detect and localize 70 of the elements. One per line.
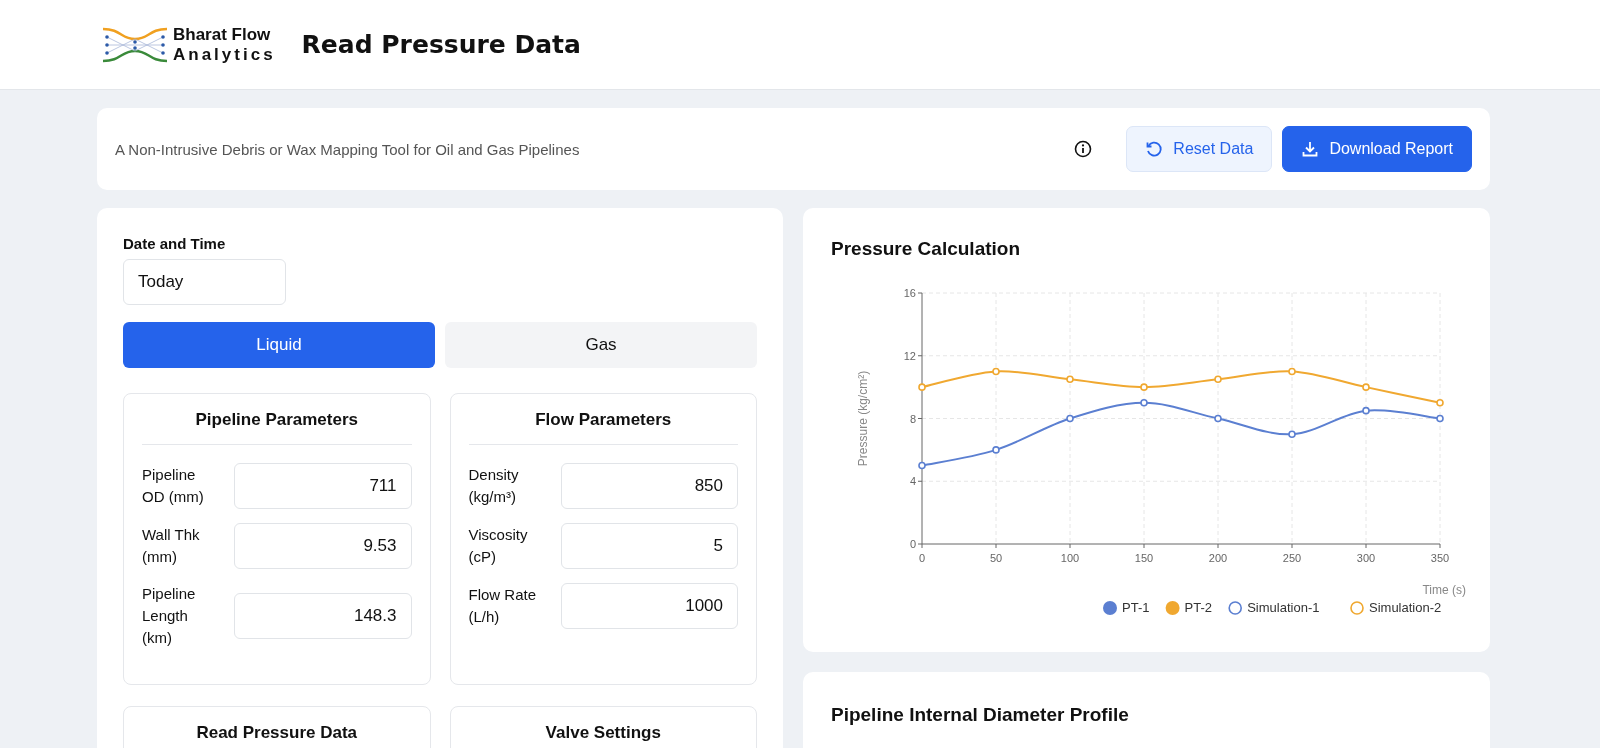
- axis-tick-label: 12: [903, 349, 916, 362]
- axis-tick-label: 300: [1356, 552, 1376, 564]
- legend-label[interactable]: PT-1: [1122, 600, 1150, 615]
- axis-tick-label: 350: [1430, 552, 1450, 564]
- fluid-tab[interactable]: Liquid: [123, 322, 435, 368]
- field-label: Pipeline OD (mm): [142, 465, 205, 507]
- axis-tick-label: 100: [1060, 552, 1080, 564]
- data-point: [1140, 383, 1148, 391]
- number-field[interactable]: 9.53: [234, 523, 412, 569]
- field-label: Flow Rate (L/h): [468, 585, 538, 627]
- field-label: Viscosity (cP): [468, 525, 529, 567]
- legend-marker[interactable]: [1165, 601, 1180, 615]
- field-label: Date and Time: [123, 235, 227, 252]
- fluid-tab[interactable]: Gas: [445, 322, 757, 368]
- chart-title: Pressure Calculation: [831, 238, 1022, 260]
- download-icon: [1301, 140, 1320, 158]
- logo-text: Analytics: [173, 44, 276, 65]
- axis-tick-label: 150: [1134, 552, 1154, 564]
- data-point: [1436, 399, 1444, 407]
- legend-marker[interactable]: [1103, 601, 1117, 615]
- data-point: [918, 383, 926, 391]
- data-point: [1214, 375, 1222, 384]
- axis-tick-label: 200: [1208, 552, 1228, 564]
- data-point: [1066, 414, 1074, 423]
- card-title: Pipeline Parameters: [142, 410, 412, 445]
- number-field[interactable]: 5: [560, 523, 738, 569]
- data-point: [992, 367, 1000, 376]
- info-icon[interactable]: [1074, 140, 1093, 158]
- number-field[interactable]: 1000: [560, 583, 738, 629]
- data-point: [992, 446, 1000, 454]
- axis-tick-label: 0: [909, 538, 916, 550]
- page-title: Read Pressure Data: [301, 30, 581, 59]
- card-title: Read Pressure Data: [142, 723, 412, 748]
- axis-tick-label: 8: [909, 412, 916, 425]
- data-point: [1362, 406, 1370, 415]
- reset-icon: [1145, 140, 1164, 158]
- x-axis-title: Time (s): [1422, 583, 1466, 597]
- axis-tick-label: 16: [903, 287, 916, 299]
- number-field[interactable]: 148.3: [234, 593, 412, 639]
- axis-tick-label: 4: [909, 475, 916, 488]
- data-point: [1140, 399, 1148, 407]
- y-axis-title: Pressure (kg/cm²): [856, 370, 870, 467]
- number-field[interactable]: 711: [234, 463, 412, 509]
- data-point: [1214, 414, 1222, 423]
- card-title: Flow Parameters: [468, 410, 738, 445]
- data-point: [1288, 430, 1296, 438]
- data-point: [918, 461, 926, 470]
- data-point: [1362, 383, 1370, 391]
- card-title: Pipeline Internal Diameter Profile: [831, 704, 1130, 726]
- legend-label[interactable]: Simulation-2: [1369, 600, 1442, 615]
- card-title: Valve Settings: [468, 723, 738, 748]
- legend-marker[interactable]: [1228, 601, 1242, 615]
- data-point: [1288, 367, 1296, 376]
- axis-tick-label: 250: [1282, 552, 1302, 564]
- date-field[interactable]: Today: [123, 259, 286, 305]
- field-label: Wall Thk (mm): [142, 525, 201, 567]
- data-point: [1436, 414, 1444, 423]
- legend-label[interactable]: PT-2: [1184, 600, 1213, 615]
- field-label: Pipeline Length (km): [142, 584, 197, 648]
- legend-marker[interactable]: [1350, 601, 1364, 615]
- axis-tick-label: 50: [989, 552, 1003, 564]
- axis-tick-label: 0: [918, 552, 926, 564]
- field-label: Density (kg/m³): [468, 465, 520, 507]
- logo-text: Bharat Flow: [173, 24, 272, 45]
- data-point: [1066, 375, 1074, 384]
- number-field[interactable]: 850: [560, 463, 738, 509]
- download-report-button[interactable]: Download Report: [1282, 126, 1472, 172]
- reset-data-button[interactable]: Reset Data: [1126, 126, 1273, 172]
- legend-label[interactable]: Simulation-1: [1247, 600, 1320, 615]
- tagline: A Non-Intrusive Debris or Wax Mapping Tool for Oil and Gas Pipelines: [115, 140, 581, 158]
